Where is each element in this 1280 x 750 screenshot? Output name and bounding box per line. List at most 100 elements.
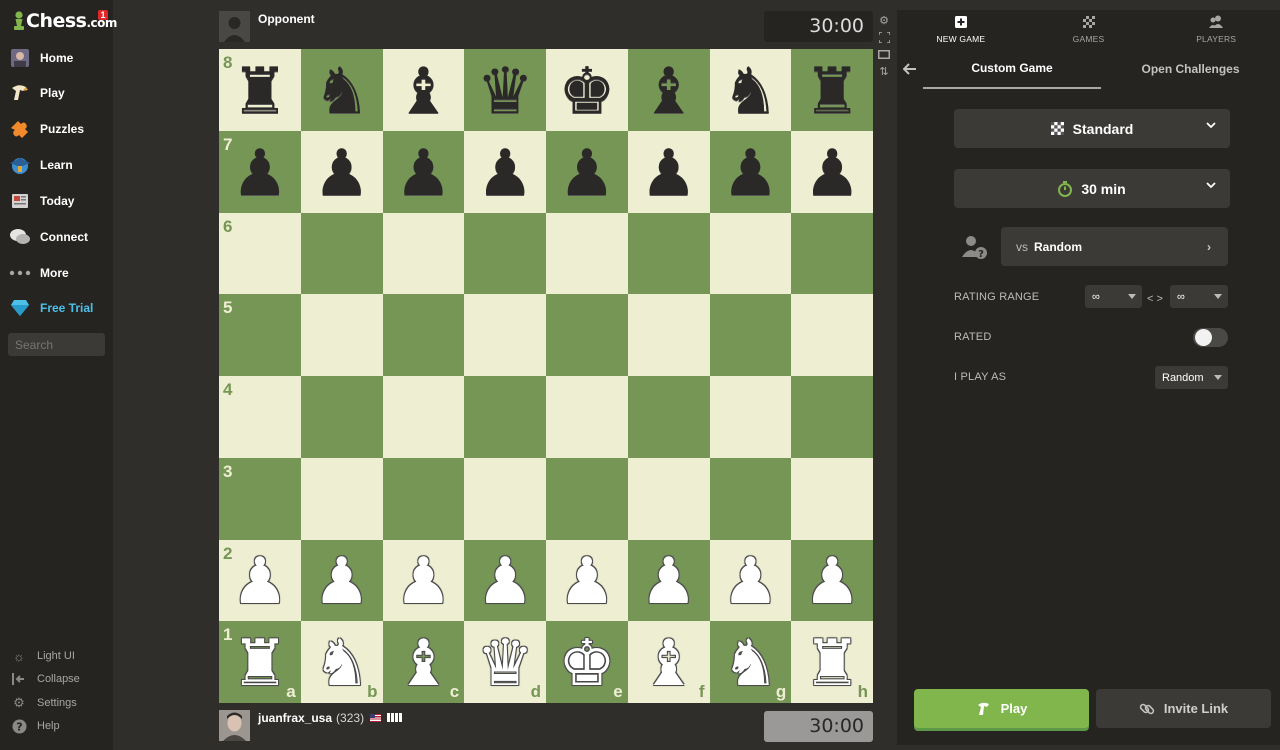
- square-g6[interactable]: [709, 212, 792, 295]
- footer-item-collapse[interactable]: Collapse: [10, 669, 80, 689]
- black-knight[interactable]: ♞: [722, 60, 779, 124]
- square-h2[interactable]: ♟: [791, 539, 873, 622]
- square-d2[interactable]: ♟: [464, 539, 546, 622]
- square-f4[interactable]: [627, 376, 710, 458]
- square-b4[interactable]: [300, 376, 383, 458]
- tab-new-game[interactable]: NEW GAME: [897, 10, 1025, 49]
- square-b2[interactable]: ♟: [300, 539, 383, 622]
- square-h3[interactable]: [791, 457, 873, 540]
- black-pawn[interactable]: ♟: [476, 142, 533, 206]
- square-h4[interactable]: [791, 376, 873, 458]
- black-king[interactable]: ♚: [558, 60, 615, 124]
- white-bishop[interactable]: ♝: [640, 632, 697, 696]
- player-avatar[interactable]: [219, 710, 250, 741]
- square-d8[interactable]: ♛: [464, 49, 546, 131]
- footer-item-help[interactable]: ? Help: [10, 716, 60, 736]
- white-knight[interactable]: ♞: [313, 632, 370, 696]
- square-a8[interactable]: 8 ♜: [219, 49, 301, 131]
- flip-board-icon[interactable]: ⇅: [877, 64, 891, 78]
- black-pawn[interactable]: ♟: [231, 142, 288, 206]
- white-queen[interactable]: ♛: [476, 632, 533, 696]
- square-b1[interactable]: b ♞: [300, 621, 383, 703]
- square-g7[interactable]: ♟: [709, 130, 792, 213]
- fullscreen-icon[interactable]: [877, 30, 891, 44]
- square-d6[interactable]: [464, 212, 546, 295]
- square-e4[interactable]: [546, 376, 628, 458]
- square-h6[interactable]: [791, 212, 873, 295]
- square-d4[interactable]: [464, 376, 546, 458]
- footer-item-light-ui[interactable]: ☼ Light UI: [10, 646, 75, 666]
- subtab-open-challenges[interactable]: Open Challenges: [1101, 49, 1280, 89]
- invite-link-button[interactable]: Invite Link: [1096, 689, 1271, 728]
- white-pawn[interactable]: ♟: [803, 550, 860, 614]
- square-f7[interactable]: ♟: [627, 130, 710, 213]
- square-f6[interactable]: [627, 212, 710, 295]
- theater-mode-icon[interactable]: [877, 47, 891, 61]
- square-e7[interactable]: ♟: [546, 130, 628, 213]
- square-f1[interactable]: f ♝: [627, 621, 710, 703]
- sidebar-item-today[interactable]: Today: [8, 187, 108, 215]
- square-e6[interactable]: [546, 212, 628, 295]
- play-as-select[interactable]: Random: [1155, 366, 1228, 389]
- search-input[interactable]: [8, 333, 105, 356]
- sidebar-item-home[interactable]: Home: [8, 44, 108, 72]
- rated-toggle[interactable]: [1193, 328, 1228, 347]
- notification-badge[interactable]: 1: [98, 10, 108, 20]
- square-a7[interactable]: 7 ♟: [219, 130, 301, 213]
- square-h7[interactable]: ♟: [791, 130, 873, 213]
- time-control-select[interactable]: 30 min: [954, 169, 1230, 208]
- sidebar-item-play[interactable]: Play: [8, 79, 108, 107]
- square-a4[interactable]: 4: [219, 376, 301, 458]
- square-b7[interactable]: ♟: [300, 130, 383, 213]
- square-a1[interactable]: 1 a ♜: [219, 621, 301, 703]
- sidebar-item-free-trial[interactable]: Free Trial: [8, 294, 108, 322]
- black-pawn[interactable]: ♟: [640, 142, 697, 206]
- black-pawn[interactable]: ♟: [722, 142, 779, 206]
- chess-board[interactable]: 8 ♜ ♞ ♝ ♛ ♚ ♝ ♞ ♜ 7 ♟ ♟ ♟ ♟ ♟ ♟ ♟ ♟ 6 5 4 3 2 ♟ ♟ ♟ ♟ ♟ ♟ ♟ ♟ 1 a ♜ b ♞ c ♝ d ♛…: [219, 49, 873, 703]
- square-e8[interactable]: ♚: [546, 49, 628, 131]
- white-knight[interactable]: ♞: [722, 632, 779, 696]
- square-g2[interactable]: ♟: [709, 539, 792, 622]
- square-d1[interactable]: d ♛: [464, 621, 546, 703]
- black-pawn[interactable]: ♟: [313, 142, 370, 206]
- white-pawn[interactable]: ♟: [395, 550, 452, 614]
- square-b3[interactable]: [300, 457, 383, 540]
- square-d3[interactable]: [464, 457, 546, 540]
- square-g3[interactable]: [709, 457, 792, 540]
- square-f3[interactable]: [627, 457, 710, 540]
- white-rook[interactable]: ♜: [231, 632, 288, 696]
- square-c2[interactable]: ♟: [382, 539, 465, 622]
- white-king[interactable]: ♚: [558, 632, 615, 696]
- black-bishop[interactable]: ♝: [640, 60, 697, 124]
- square-g5[interactable]: [709, 294, 792, 376]
- rating-max-select[interactable]: ∞: [1170, 285, 1228, 308]
- square-c3[interactable]: [382, 457, 465, 540]
- square-f8[interactable]: ♝: [627, 49, 710, 131]
- square-c6[interactable]: [382, 212, 465, 295]
- sidebar-item-connect[interactable]: Connect: [8, 223, 108, 251]
- square-d5[interactable]: [464, 294, 546, 376]
- square-g8[interactable]: ♞: [709, 49, 792, 131]
- square-f5[interactable]: [627, 294, 710, 376]
- opponent-avatar[interactable]: [219, 11, 250, 42]
- square-c1[interactable]: c ♝: [382, 621, 465, 703]
- square-g1[interactable]: g ♞: [709, 621, 792, 703]
- black-rook[interactable]: ♜: [803, 60, 860, 124]
- square-c4[interactable]: [382, 376, 465, 458]
- square-d7[interactable]: ♟: [464, 130, 546, 213]
- rating-min-select[interactable]: ∞: [1085, 285, 1142, 308]
- square-c8[interactable]: ♝: [382, 49, 465, 131]
- white-pawn[interactable]: ♟: [476, 550, 533, 614]
- square-a2[interactable]: 2 ♟: [219, 539, 301, 622]
- square-c5[interactable]: [382, 294, 465, 376]
- black-pawn[interactable]: ♟: [395, 142, 452, 206]
- square-e5[interactable]: [546, 294, 628, 376]
- black-pawn[interactable]: ♟: [558, 142, 615, 206]
- square-e3[interactable]: [546, 457, 628, 540]
- opponent-select[interactable]: vs Random ›: [1001, 227, 1228, 266]
- square-f2[interactable]: ♟: [627, 539, 710, 622]
- square-b8[interactable]: ♞: [300, 49, 383, 131]
- white-bishop[interactable]: ♝: [395, 632, 452, 696]
- footer-item-settings[interactable]: ⚙ Settings: [10, 693, 77, 713]
- back-arrow-icon[interactable]: [897, 49, 923, 89]
